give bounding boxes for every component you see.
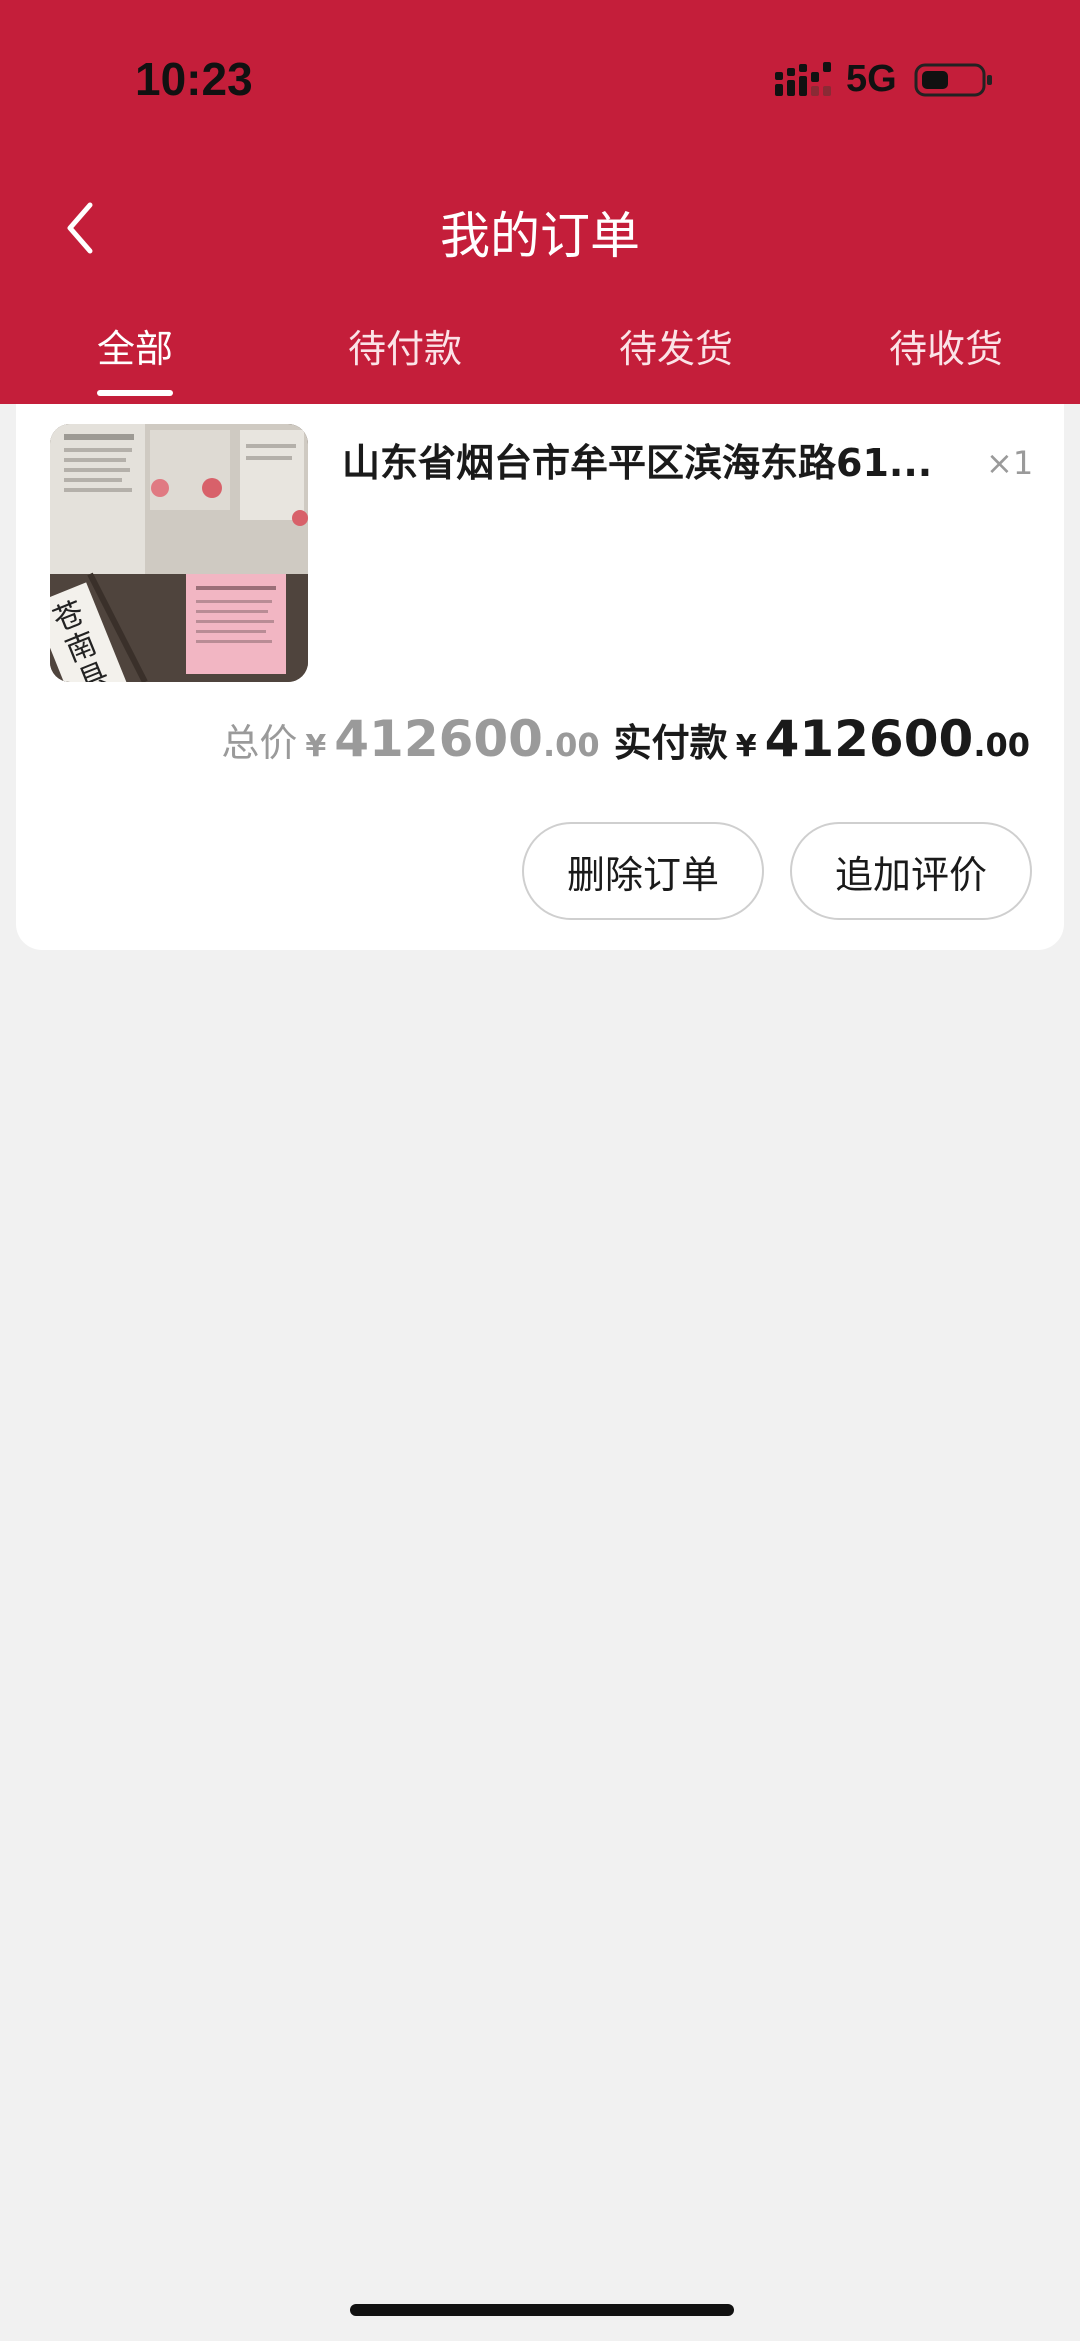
add-review-button[interactable]: 追加评价 <box>790 822 1032 920</box>
status-time: 10:23 <box>135 53 253 105</box>
price-summary: 总价 ¥ 412600 .00 实付款 ¥ 412600 .00 <box>221 710 1030 770</box>
tab-pending-payment[interactable]: 待付款 <box>348 318 462 404</box>
network-label: 5G <box>846 58 897 100</box>
tab-pending-shipment[interactable]: 待发货 <box>619 318 733 404</box>
battery-icon <box>914 63 992 97</box>
total-price-integer: 412600 <box>334 710 543 768</box>
product-title[interactable]: 山东省烟台市牟平区滨海东路61... <box>342 432 982 487</box>
paid-amount-decimal: .00 <box>973 726 1030 764</box>
page-title: 我的订单 <box>440 207 640 265</box>
order-tabs: 全部 待付款 待发货 待收货 <box>0 318 1080 404</box>
total-price-decimal: .00 <box>542 726 600 764</box>
paid-currency: ¥ <box>735 729 757 764</box>
product-photo: 苍 南 县 <box>50 424 308 682</box>
signal-icon <box>775 62 831 96</box>
product-thumbnail[interactable]: 苍 南 县 <box>50 424 308 682</box>
total-currency: ¥ <box>305 729 327 764</box>
total-price-label: 总价 <box>221 721 298 765</box>
home-indicator[interactable] <box>350 2304 734 2316</box>
tab-pending-receipt[interactable]: 待收货 <box>889 318 1003 404</box>
header-bar: 10:23 5G 我的订单 全部 待付款 待发货 待收货 <box>0 0 1080 404</box>
paid-amount-integer: 412600 <box>764 710 974 768</box>
order-card[interactable]: 苍 南 县 山东省烟台市牟平区滨海东路61... ×1 总价 ¥ 412600 … <box>16 404 1064 950</box>
quantity-label: ×1 <box>986 444 1034 482</box>
delete-order-button[interactable]: 删除订单 <box>522 822 764 920</box>
paid-amount-label: 实付款 <box>613 721 728 765</box>
tab-active-underline <box>97 390 173 396</box>
